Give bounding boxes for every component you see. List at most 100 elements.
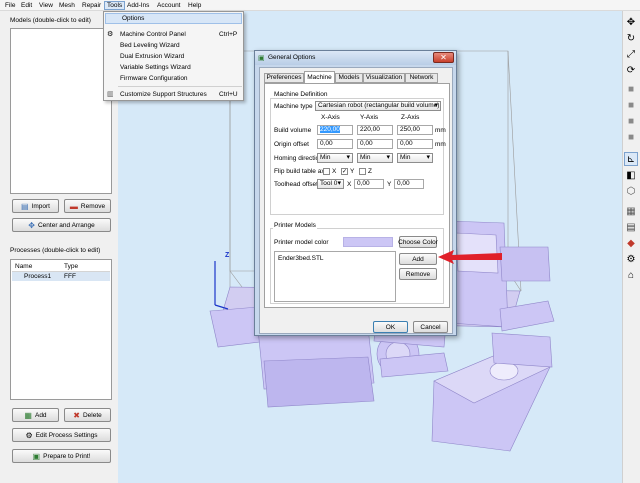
- remove-button[interactable]: ▬ Remove: [64, 199, 111, 213]
- menu-view[interactable]: View: [39, 2, 53, 9]
- shortcut-machine-control: Ctrl+P: [219, 31, 238, 38]
- cancel-button[interactable]: Cancel: [413, 321, 448, 333]
- reset-view-icon[interactable]: ⟳: [624, 63, 638, 77]
- processes-list[interactable]: Name Type Process1 FFF: [10, 259, 112, 400]
- view-side-icon[interactable]: ■: [624, 130, 638, 144]
- view-iso-icon[interactable]: ■: [624, 82, 638, 96]
- tool-select[interactable]: Tool 0: [317, 179, 344, 189]
- flip-y-checkbox[interactable]: ✓: [341, 168, 348, 175]
- homing-y-select[interactable]: Min: [357, 153, 393, 163]
- build-volume-label: Build volume: [274, 127, 312, 134]
- measure-icon[interactable]: ⊾: [624, 152, 638, 166]
- tab-network[interactable]: Network: [405, 73, 438, 83]
- prepare-to-print-button[interactable]: ▣ Prepare to Print!: [12, 449, 111, 463]
- printer-model-color-swatch[interactable]: [343, 237, 393, 247]
- menu-separator: [118, 86, 242, 87]
- shortcut-support: Ctrl+U: [219, 91, 238, 98]
- build-volume-z-input[interactable]: 250,00: [397, 125, 433, 135]
- menu-addins[interactable]: Add-Ins: [127, 2, 149, 9]
- flip-axis-label: Flip build table axis: [274, 168, 330, 175]
- tab-preferences[interactable]: Preferences: [264, 73, 304, 83]
- delete-icon: ✖: [73, 410, 80, 420]
- flip-z-checkbox[interactable]: [359, 168, 366, 175]
- tab-visualization[interactable]: Visualization: [363, 73, 405, 83]
- y-axis-header: Y-Axis: [360, 114, 379, 121]
- delete-process-button[interactable]: ✖ Delete: [64, 408, 111, 422]
- menu-item-dual-extrusion[interactable]: Dual Extrusion Wizard: [120, 53, 184, 60]
- gear-icon: ⚙: [107, 31, 114, 38]
- build-volume-x-input[interactable]: 220,00: [317, 125, 353, 135]
- machine-type-select[interactable]: Cartesian robot (rectangular build volum…: [315, 101, 441, 111]
- origin-offset-y-input[interactable]: 0,00: [357, 139, 393, 149]
- homing-z-select[interactable]: Min: [397, 153, 433, 163]
- tab-models[interactable]: Models: [335, 73, 363, 83]
- printer-models-list[interactable]: Ender3bed.STL: [274, 251, 396, 302]
- wireframe-icon[interactable]: ▦: [624, 204, 638, 218]
- origin-offset-z-input[interactable]: 0,00: [397, 139, 433, 149]
- build-volume-y-input[interactable]: 220,00: [357, 125, 393, 135]
- remove-icon: ▬: [69, 201, 78, 211]
- menu-item-machine-control[interactable]: Machine Control Panel: [120, 31, 186, 38]
- view-top-icon[interactable]: ■: [624, 98, 638, 112]
- edit-process-settings-button[interactable]: ⚙ Edit Process Settings: [12, 428, 111, 442]
- cube-icon[interactable]: ⬡: [624, 184, 638, 198]
- rotate-icon[interactable]: ↻: [624, 31, 638, 45]
- origin-offset-label: Origin offset: [274, 141, 309, 148]
- import-button[interactable]: ▤ Import: [12, 199, 59, 213]
- center-arrange-icon: ✥: [28, 220, 35, 230]
- dialog-body: Preferences Machine Models Visualization…: [259, 67, 453, 334]
- dialog-titlebar: ▣ General Options ✕: [255, 51, 456, 65]
- add-process-button[interactable]: ▦ Add: [12, 408, 59, 422]
- printer-model-file[interactable]: Ender3bed.STL: [278, 255, 324, 262]
- menu-help[interactable]: Help: [188, 2, 201, 9]
- remove-model-button[interactable]: Remove: [399, 268, 437, 280]
- layer-icon[interactable]: ▤: [624, 220, 638, 234]
- menu-account[interactable]: Account: [157, 2, 181, 9]
- add-model-button[interactable]: Add: [399, 253, 437, 265]
- flip-x-checkbox[interactable]: [323, 168, 330, 175]
- flip-z-label: Z: [368, 168, 372, 175]
- repair-icon[interactable]: ◆: [624, 236, 638, 250]
- ok-button[interactable]: OK: [373, 321, 408, 333]
- models-list[interactable]: [10, 28, 112, 194]
- menu-item-variable-settings[interactable]: Variable Settings Wizard: [120, 64, 191, 71]
- scale-icon[interactable]: ⤢: [624, 47, 638, 61]
- center-arrange-button[interactable]: ✥ Center and Arrange: [12, 218, 111, 232]
- import-icon: ▤: [21, 201, 29, 211]
- process-type: FFF: [64, 273, 76, 280]
- menu-tools[interactable]: Tools: [104, 1, 126, 10]
- menu-item-support[interactable]: Customize Support Structures: [120, 91, 207, 98]
- menu-repair[interactable]: Repair: [82, 2, 101, 9]
- toolhead-y-label: Y: [387, 181, 392, 188]
- toolhead-y-input[interactable]: 0,00: [394, 179, 424, 189]
- tab-machine[interactable]: Machine: [304, 71, 335, 83]
- view-front-icon[interactable]: ■: [624, 114, 638, 128]
- support-icon: ▥: [107, 91, 114, 98]
- menu-item-options[interactable]: Options: [105, 13, 242, 24]
- move-icon[interactable]: ✥: [624, 15, 638, 29]
- menu-item-firmware[interactable]: Firmware Configuration: [120, 75, 188, 82]
- homing-x-select[interactable]: Min: [317, 153, 353, 163]
- column-name: Name: [15, 263, 33, 270]
- close-icon[interactable]: ✕: [433, 52, 454, 63]
- section-icon[interactable]: ◧: [624, 168, 638, 182]
- menu-item-bed-leveling[interactable]: Bed Leveling Wizard: [120, 42, 180, 49]
- print-preview-icon[interactable]: ⌂: [624, 268, 638, 282]
- flip-x-label: X: [332, 168, 337, 175]
- tools-menu: Options ⚙ Machine Control Panel Ctrl+P B…: [103, 11, 244, 101]
- menu-mesh[interactable]: Mesh: [59, 2, 75, 9]
- x-axis-header: X-Axis: [321, 114, 340, 121]
- settings-gear-icon[interactable]: ⚙: [624, 252, 638, 266]
- toolhead-x-input[interactable]: 0,00: [354, 179, 384, 189]
- origin-offset-x-input[interactable]: 0,00: [317, 139, 353, 149]
- printer-model-color-label: Printer model color: [274, 239, 329, 246]
- process-row[interactable]: Process1 FFF: [12, 272, 110, 281]
- choose-color-button[interactable]: Choose Color: [398, 236, 438, 248]
- general-options-dialog: ▣ General Options ✕ Preferences Machine …: [254, 50, 457, 336]
- flip-y-label: Y: [350, 168, 355, 175]
- menu-bar: File Edit View Mesh Repair Tools Add-Ins…: [0, 0, 640, 11]
- menu-file[interactable]: File: [5, 2, 15, 9]
- menu-edit[interactable]: Edit: [21, 2, 32, 9]
- printer-icon: ▣: [32, 451, 41, 461]
- machine-tab-page: Machine Definition Machine type Cartesia…: [264, 83, 450, 308]
